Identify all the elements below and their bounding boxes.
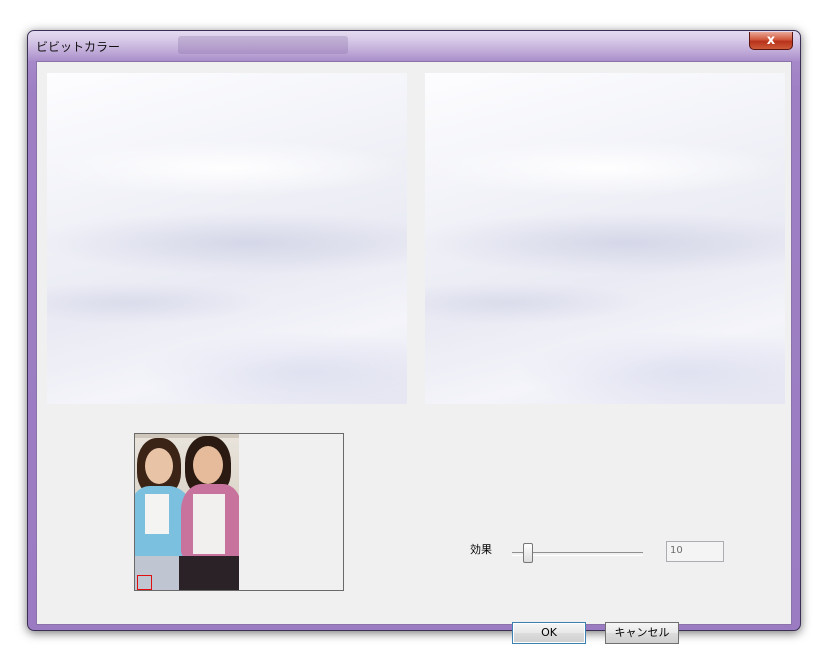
dialog-window: ビビットカラー x 効果 10 OK キャンセル bbox=[27, 30, 801, 644]
selection-rectangle[interactable] bbox=[137, 575, 152, 590]
effect-label: 効果 bbox=[470, 543, 492, 556]
title-bar[interactable]: ビビットカラー x bbox=[28, 31, 800, 61]
title-bar-reflection bbox=[178, 36, 348, 54]
dialog-client-area: 効果 10 OK キャンセル bbox=[36, 61, 792, 644]
navigator-thumbnail-frame[interactable] bbox=[134, 433, 344, 591]
cancel-button[interactable]: キャンセル bbox=[605, 622, 679, 644]
original-preview-image bbox=[47, 73, 407, 404]
result-preview-image bbox=[425, 73, 785, 404]
effect-value-field[interactable]: 10 bbox=[666, 541, 724, 562]
navigator-thumbnail-photo[interactable] bbox=[135, 434, 239, 590]
effect-slider-thumb[interactable] bbox=[522, 543, 533, 563]
close-icon: x bbox=[766, 33, 776, 48]
close-button[interactable]: x bbox=[749, 32, 793, 50]
window-title: ビビットカラー bbox=[36, 40, 121, 54]
ok-button[interactable]: OK bbox=[512, 622, 586, 644]
